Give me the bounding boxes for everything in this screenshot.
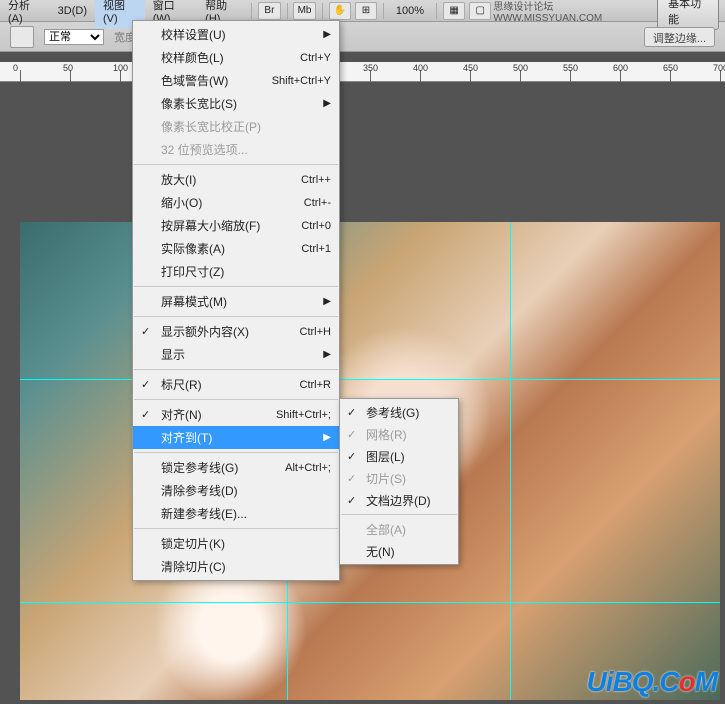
menu-show[interactable]: 显示▶ bbox=[133, 343, 339, 366]
separator bbox=[436, 3, 437, 19]
arrange-icon[interactable]: ▦ bbox=[443, 2, 465, 20]
menu-analysis[interactable]: 分析(A) bbox=[0, 0, 50, 28]
workspace-selector[interactable]: 基本功能 bbox=[657, 0, 719, 30]
blend-mode-select[interactable]: 正常 bbox=[44, 29, 104, 45]
menu-clear-guides[interactable]: 清除参考线(D) bbox=[133, 479, 339, 502]
submenu-arrow-icon: ▶ bbox=[323, 98, 331, 109]
separator bbox=[251, 3, 252, 19]
view-menu-dropdown: 校样设置(U)▶ 校样颜色(L)Ctrl+Y 色域警告(W)Shift+Ctrl… bbox=[132, 20, 340, 581]
menu-lock-guides[interactable]: 锁定参考线(G)Alt+Ctrl+; bbox=[133, 456, 339, 479]
menu-clear-slices[interactable]: 清除切片(C) bbox=[133, 555, 339, 578]
view-hand-icon[interactable]: ✋ bbox=[329, 2, 351, 20]
menu-lock-slices[interactable]: 锁定切片(K) bbox=[133, 532, 339, 555]
screen-icon[interactable]: ▢ bbox=[469, 2, 491, 20]
menu-actual-pixels[interactable]: 实际像素(A)Ctrl+1 bbox=[133, 237, 339, 260]
menu-separator bbox=[134, 316, 338, 317]
menu-separator bbox=[134, 369, 338, 370]
refine-edge-button[interactable]: 调整边缘... bbox=[644, 27, 715, 47]
menu-gamut-warning[interactable]: 色域警告(W)Shift+Ctrl+Y bbox=[133, 69, 339, 92]
menu-separator bbox=[134, 286, 338, 287]
guide-vertical[interactable] bbox=[510, 222, 511, 700]
menu-proof-colors[interactable]: 校样颜色(L)Ctrl+Y bbox=[133, 46, 339, 69]
snap-all: 全部(A) bbox=[340, 518, 458, 540]
checkmark-icon: ✓ bbox=[141, 408, 150, 421]
menu-snap[interactable]: ✓对齐(N)Shift+Ctrl+; bbox=[133, 403, 339, 426]
menu-separator bbox=[341, 514, 457, 515]
separator bbox=[322, 3, 323, 19]
horizontal-ruler: 0 50 100 350 400 450 500 550 600 650 700 bbox=[0, 62, 725, 82]
snap-to-submenu: ✓参考线(G) ✓网格(R) ✓图层(L) ✓切片(S) ✓文档边界(D) 全部… bbox=[339, 398, 459, 565]
menu-fit-screen[interactable]: 按屏幕大小缩放(F)Ctrl+0 bbox=[133, 214, 339, 237]
menu-rulers[interactable]: ✓标尺(R)Ctrl+R bbox=[133, 373, 339, 396]
menu-extras[interactable]: ✓显示额外内容(X)Ctrl+H bbox=[133, 320, 339, 343]
guide-horizontal[interactable] bbox=[20, 602, 720, 603]
main-menubar: 分析(A) 3D(D) 视图(V) 窗口(W) 帮助(H) Br Mb ✋ ⊞ … bbox=[0, 0, 725, 22]
submenu-arrow-icon: ▶ bbox=[323, 296, 331, 307]
bridge-icon[interactable]: Br bbox=[258, 2, 280, 20]
checkmark-icon: ✓ bbox=[141, 325, 150, 338]
menu-snap-to[interactable]: 对齐到(T)▶ bbox=[133, 426, 339, 449]
snap-slices: ✓切片(S) bbox=[340, 467, 458, 489]
submenu-arrow-icon: ▶ bbox=[323, 349, 331, 360]
forum-text: 思缘设计论坛 WWW.MISSYUAN.COM bbox=[493, 0, 649, 24]
tool-preset-icon[interactable] bbox=[10, 26, 34, 48]
checkmark-icon: ✓ bbox=[141, 378, 150, 391]
mb-icon[interactable]: Mb bbox=[293, 2, 315, 20]
watermark-text: UiBQ.CoM bbox=[587, 666, 717, 698]
menu-print-size[interactable]: 打印尺寸(Z) bbox=[133, 260, 339, 283]
submenu-arrow-icon: ▶ bbox=[323, 432, 331, 443]
separator bbox=[287, 3, 288, 19]
checkmark-icon: ✓ bbox=[347, 472, 356, 485]
menu-screen-mode[interactable]: 屏幕模式(M)▶ bbox=[133, 290, 339, 313]
zoom-level[interactable]: 100% bbox=[388, 2, 432, 20]
menu-32bit-preview: 32 位预览选项... bbox=[133, 138, 339, 161]
canvas-area bbox=[0, 82, 725, 704]
checkmark-icon: ✓ bbox=[347, 428, 356, 441]
menu-pixel-aspect[interactable]: 像素长宽比(S)▶ bbox=[133, 92, 339, 115]
menu-zoom-out[interactable]: 缩小(O)Ctrl+- bbox=[133, 191, 339, 214]
menu-separator bbox=[134, 452, 338, 453]
view-zoom-icon[interactable]: ⊞ bbox=[355, 2, 377, 20]
checkmark-icon: ✓ bbox=[347, 406, 356, 419]
snap-none[interactable]: 无(N) bbox=[340, 540, 458, 562]
menu-proof-setup[interactable]: 校样设置(U)▶ bbox=[133, 23, 339, 46]
snap-grid: ✓网格(R) bbox=[340, 423, 458, 445]
menu-new-guide[interactable]: 新建参考线(E)... bbox=[133, 502, 339, 525]
snap-guides[interactable]: ✓参考线(G) bbox=[340, 401, 458, 423]
menu-separator bbox=[134, 164, 338, 165]
checkmark-icon: ✓ bbox=[347, 450, 356, 463]
menu-3d[interactable]: 3D(D) bbox=[50, 2, 95, 20]
checkmark-icon: ✓ bbox=[347, 494, 356, 507]
snap-doc-bounds[interactable]: ✓文档边界(D) bbox=[340, 489, 458, 511]
guide-horizontal[interactable] bbox=[20, 379, 720, 380]
separator bbox=[383, 3, 384, 19]
menu-zoom-in[interactable]: 放大(I)Ctrl++ bbox=[133, 168, 339, 191]
menu-separator bbox=[134, 528, 338, 529]
submenu-arrow-icon: ▶ bbox=[323, 29, 331, 40]
snap-layers[interactable]: ✓图层(L) bbox=[340, 445, 458, 467]
menu-separator bbox=[134, 399, 338, 400]
menu-pixel-aspect-correct: 像素长宽比校正(P) bbox=[133, 115, 339, 138]
